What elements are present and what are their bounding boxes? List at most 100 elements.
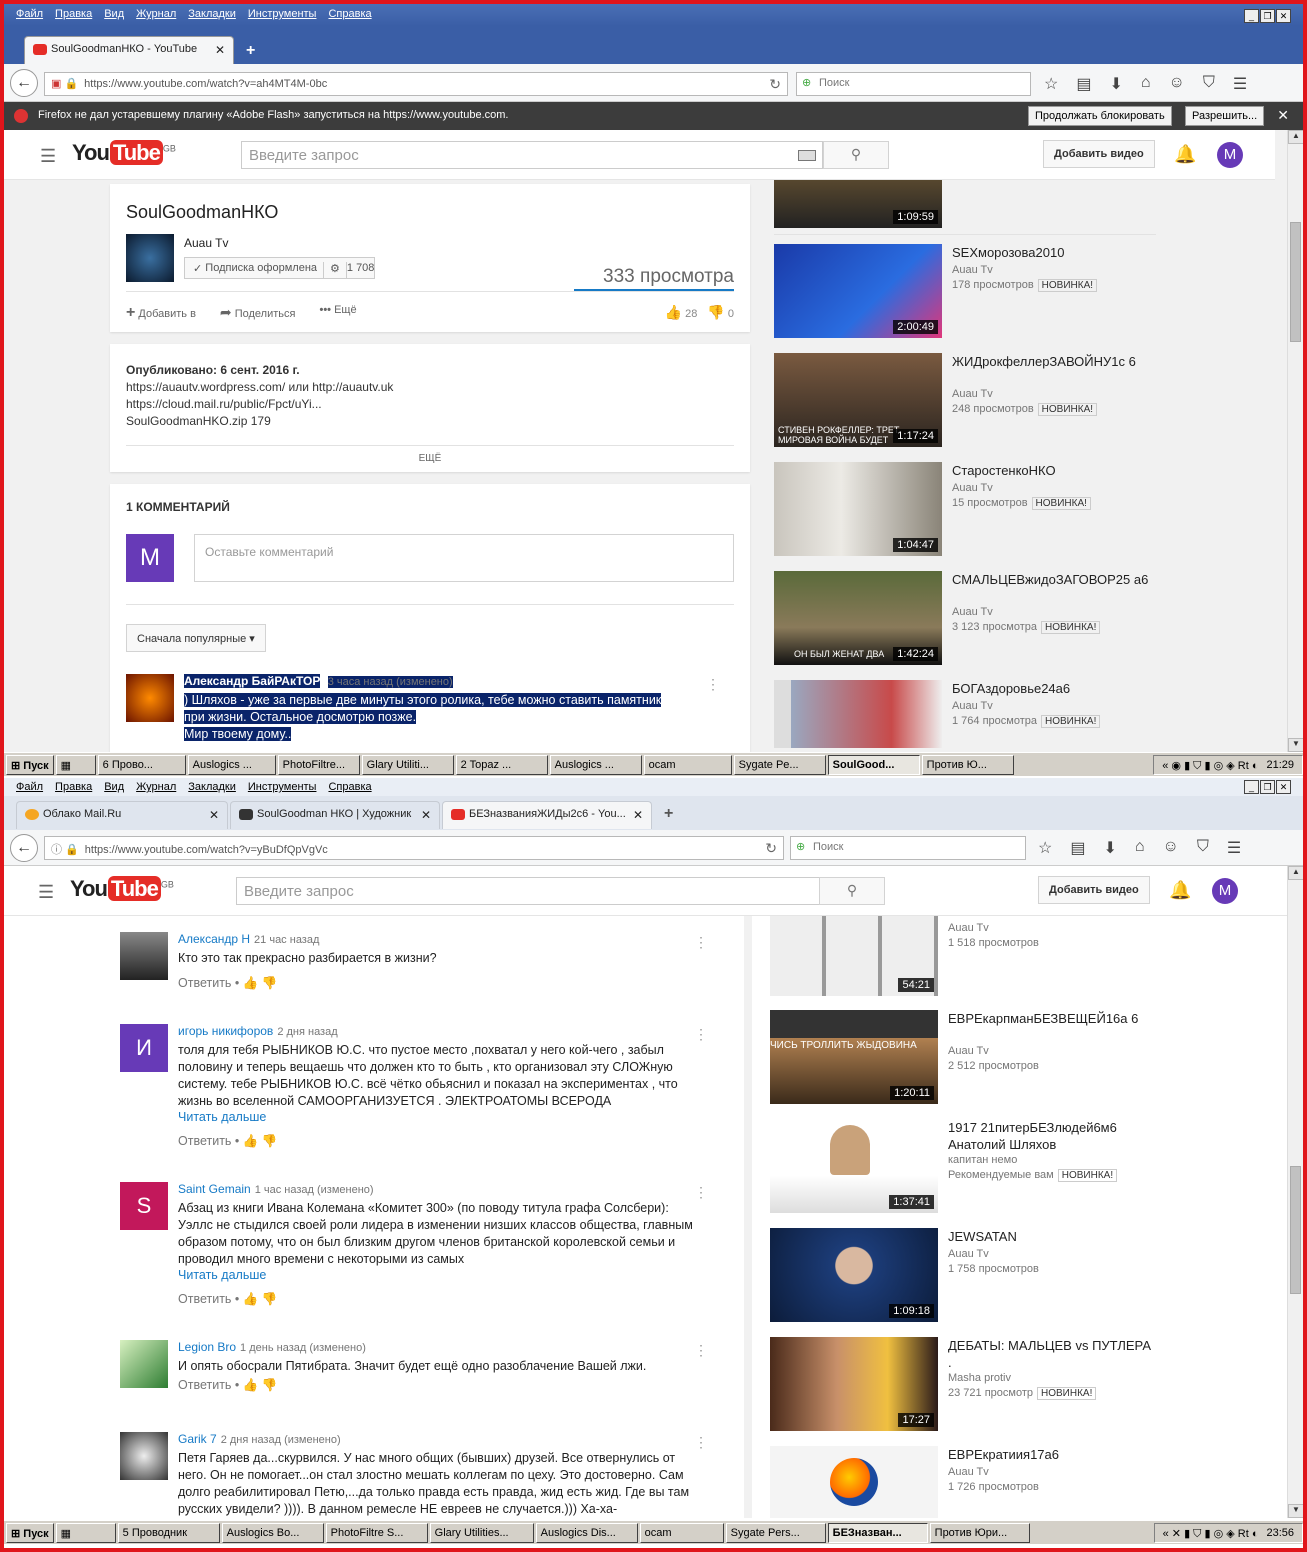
pocket-icon[interactable]: ⛉ bbox=[1203, 74, 1215, 94]
commenter-avatar[interactable] bbox=[120, 932, 168, 980]
like-button[interactable]: 👍 28 bbox=[665, 304, 698, 321]
read-more-link[interactable]: Читать дальше bbox=[178, 1110, 266, 1124]
tab-soulgoodman[interactable]: SoulGoodman НКО | Художник ✕ bbox=[230, 801, 440, 829]
rec-title[interactable]: ДЕБАТЫ: МАЛЬЦЕВ vs ПУТЛЕРА . bbox=[948, 1337, 1152, 1371]
taskbar-button[interactable]: PhotoFiltre... bbox=[277, 754, 360, 775]
taskbar-button[interactable]: Auslogics Bo... bbox=[221, 1522, 324, 1543]
taskbar-button[interactable]: 5 Проводник bbox=[117, 1522, 220, 1543]
reload-icon[interactable]: ↻ bbox=[765, 840, 777, 857]
commenter-avatar[interactable] bbox=[126, 674, 174, 722]
youtube-logo[interactable]: You Tube GB bbox=[72, 140, 176, 166]
thumbs-up-icon[interactable]: 👍 bbox=[243, 1378, 259, 1392]
rec-item[interactable]: ОН БЫЛ ЖЕНАТ ДВА 1:42:24 СМАЛЬЦЕВжидоЗАГО… bbox=[774, 571, 1156, 667]
home-icon[interactable]: ⌂ bbox=[1141, 74, 1151, 94]
taskbar-button[interactable]: Glary Utilities... bbox=[429, 1522, 534, 1543]
youtube-search-input[interactable]: Введите запрос bbox=[241, 141, 823, 169]
menu-view[interactable]: Вид bbox=[104, 8, 124, 20]
page-scrollbar[interactable]: ▲ ▼ bbox=[1287, 130, 1303, 752]
close-tab-icon[interactable]: ✕ bbox=[421, 808, 431, 822]
video-thumbnail[interactable]: 2:00:49 bbox=[774, 244, 942, 338]
scroll-thumb[interactable] bbox=[1290, 1166, 1301, 1294]
thumbs-down-icon[interactable]: 👎 bbox=[262, 1292, 278, 1306]
comment-time[interactable]: 3 часа назад (изменено) bbox=[327, 676, 453, 688]
close-tab-icon[interactable]: ✕ bbox=[209, 808, 219, 822]
notifications-bell-icon[interactable]: 🔔 bbox=[1174, 144, 1196, 165]
reply-button[interactable]: Ответить bbox=[178, 1378, 231, 1392]
keyboard-icon[interactable] bbox=[798, 150, 816, 161]
close-window-button[interactable]: ✕ bbox=[1276, 9, 1291, 23]
subscribe-button[interactable]: ✓ Подписка оформлена ⚙ 1 708 bbox=[184, 257, 376, 279]
menu-file[interactable]: Файл bbox=[16, 8, 43, 20]
menu-history[interactable]: Журнал bbox=[136, 781, 176, 793]
thumbs-down-icon[interactable]: 👎 bbox=[262, 1134, 278, 1148]
menu-icon[interactable]: ☰ bbox=[1227, 838, 1241, 858]
scroll-up-icon[interactable]: ▲ bbox=[1288, 866, 1303, 880]
reload-icon[interactable]: ↻ bbox=[769, 76, 781, 93]
rec-item[interactable]: ЧИСЬ ТРОЛЛИТЬ ЖЫДОВИНА 1:20:11 ЕВРЕкарпма… bbox=[770, 1010, 1152, 1106]
scroll-thumb[interactable] bbox=[1290, 222, 1301, 342]
rec-title[interactable]: БОГАздоровье24а6 bbox=[952, 680, 1156, 697]
comment-author[interactable]: игорь никифоров bbox=[178, 1024, 273, 1038]
taskbar-button[interactable]: 6 Прово... bbox=[97, 754, 186, 775]
star-icon[interactable]: ☆ bbox=[1044, 74, 1058, 94]
home-icon[interactable]: ⌂ bbox=[1135, 838, 1145, 858]
channel-thumbnail[interactable] bbox=[126, 234, 174, 282]
thumbs-up-icon[interactable]: 👍 bbox=[243, 1134, 259, 1148]
menu-bookmarks[interactable]: Закладки bbox=[188, 781, 236, 793]
upload-button[interactable]: Добавить видео bbox=[1043, 140, 1155, 168]
menu-tools[interactable]: Инструменты bbox=[248, 8, 317, 20]
comment-menu-icon[interactable]: ⋮ bbox=[694, 1184, 708, 1201]
pocket-icon[interactable]: ⛉ bbox=[1197, 838, 1209, 858]
notifications-bell-icon[interactable]: 🔔 bbox=[1169, 880, 1191, 901]
guide-menu-icon[interactable]: ☰ bbox=[38, 882, 54, 903]
dislike-button[interactable]: 👎 0 bbox=[707, 304, 734, 321]
rec-item[interactable]: СТИВЕН РОКФЕЛЛЕР: ТРЕТ МИРОВАЯ ВОЙНА БУД… bbox=[774, 353, 1156, 449]
taskbar-button-active[interactable]: SoulGood... bbox=[827, 754, 920, 775]
back-button[interactable]: ← bbox=[10, 834, 38, 862]
thumbs-up-icon[interactable]: 👍 bbox=[243, 976, 259, 990]
taskbar-button[interactable]: Sygate Pe... bbox=[733, 754, 826, 775]
reader-icon[interactable]: ▤ bbox=[1076, 74, 1091, 94]
rec-item[interactable]: БОГАздоровье24а6 Auau Tv 1 764 просмотра… bbox=[774, 680, 1156, 748]
menu-history[interactable]: Журнал bbox=[136, 8, 176, 20]
taskbar-button[interactable]: Sygate Pers... bbox=[725, 1522, 826, 1543]
tray-icons[interactable]: « ◉ ▮ ⛉ ▮ ◎ ◈ Rt ◐ bbox=[1162, 759, 1258, 772]
rec-title[interactable]: SEXморозова2010 bbox=[952, 244, 1156, 261]
video-thumbnail[interactable]: 54:21 bbox=[770, 916, 938, 996]
restore-button[interactable]: ❐ bbox=[1260, 780, 1275, 794]
reply-button[interactable]: Ответить bbox=[178, 1134, 231, 1148]
rec-title[interactable]: ЕВРЕкратиия17а6 bbox=[948, 1446, 1152, 1463]
menu-help[interactable]: Справка bbox=[328, 781, 371, 793]
commenter-avatar[interactable] bbox=[120, 1340, 168, 1388]
flash-blocked-icon[interactable]: ▣ bbox=[51, 78, 61, 90]
new-tab-button[interactable]: + bbox=[664, 805, 673, 823]
tray-icons[interactable]: « ✕ ▮ ⛉ ▮ ◎ ◈ Rt ◐ bbox=[1163, 1527, 1259, 1540]
comment-author[interactable]: Saint Gemain bbox=[178, 1182, 251, 1196]
rec-title[interactable]: 1917 21питерБЕЗлюдей6м6 Анатолий Шляхов bbox=[948, 1119, 1152, 1153]
search-field[interactable]: ⊕ Поиск bbox=[790, 836, 1026, 860]
video-thumbnail[interactable]: 1:09:59 bbox=[774, 180, 942, 228]
video-thumbnail[interactable]: 1:04:47 bbox=[774, 462, 942, 556]
restore-button[interactable]: ❐ bbox=[1260, 9, 1275, 23]
rec-item[interactable]: 1:04:47 СтаростенкоНКО Auau Tv 15 просмо… bbox=[774, 462, 1156, 558]
rec-item[interactable]: 1:09:59 bbox=[774, 180, 1156, 230]
guide-menu-icon[interactable]: ☰ bbox=[40, 146, 56, 167]
account-avatar[interactable]: M bbox=[1217, 142, 1243, 168]
video-thumbnail[interactable]: 17:27 bbox=[770, 1337, 938, 1431]
reply-button[interactable]: Ответить bbox=[178, 976, 231, 990]
show-more-button[interactable]: ЕЩЁ bbox=[110, 453, 750, 464]
url-bar[interactable]: ⓘ 🔒 https://www.youtube.com/watch?v=yBuDf… bbox=[44, 836, 784, 860]
thumbs-up-icon[interactable]: 👍 bbox=[243, 1292, 259, 1306]
taskbar-button-active[interactable]: БЕЗназван... bbox=[827, 1522, 928, 1543]
menu-edit[interactable]: Правка bbox=[55, 8, 92, 20]
page-scrollbar[interactable]: ▲ ▼ bbox=[1287, 866, 1303, 1518]
tab-youtube[interactable]: SoulGoodmanНКО - YouTube ✕ bbox=[24, 36, 234, 64]
comment-time[interactable]: 1 день назад (изменено) bbox=[240, 1342, 366, 1354]
account-avatar[interactable]: M bbox=[1212, 878, 1238, 904]
start-button[interactable]: ⊞ Пуск bbox=[6, 754, 54, 775]
comment-menu-icon[interactable]: ⋮ bbox=[694, 934, 708, 951]
taskbar-button[interactable]: Auslogics ... bbox=[549, 754, 642, 775]
new-tab-button[interactable]: + bbox=[246, 42, 255, 60]
more-actions-button[interactable]: ••• Ещё bbox=[319, 304, 356, 322]
comment-author[interactable]: Александр БайРАкТОР bbox=[184, 674, 321, 688]
